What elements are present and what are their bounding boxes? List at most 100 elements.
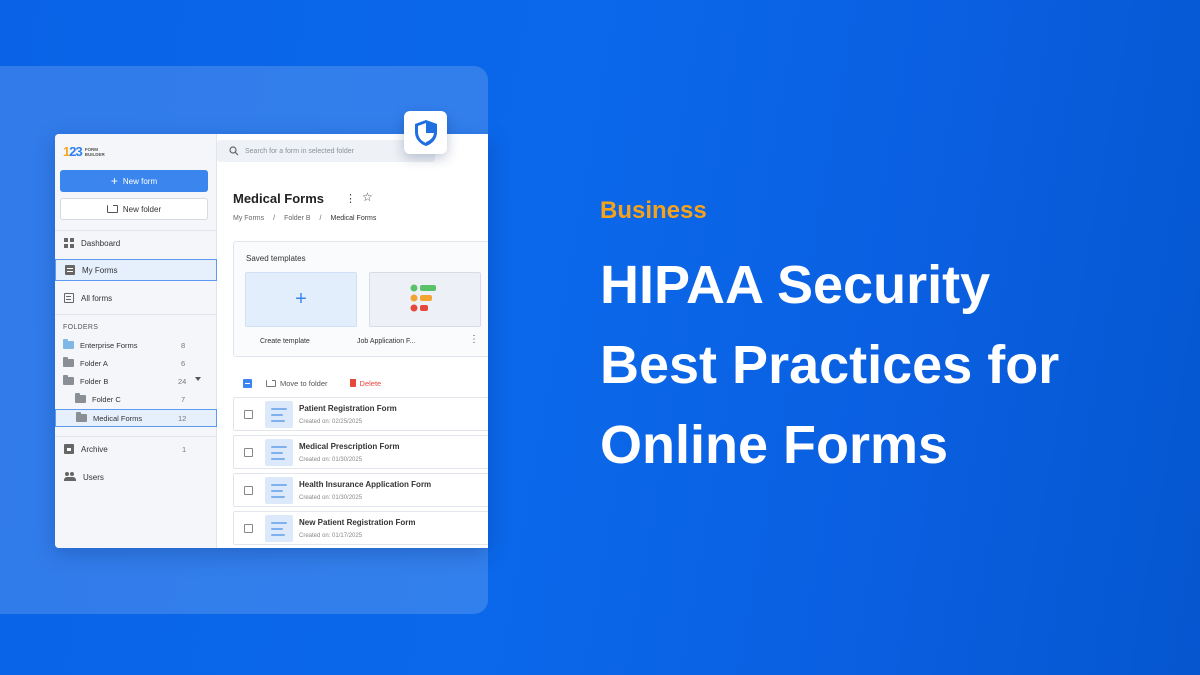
category-tag: Business <box>600 197 707 224</box>
headline-line-3: Online Forms <box>600 415 949 475</box>
breadcrumb-separator: / <box>273 215 276 222</box>
breadcrumb-separator: / <box>319 215 322 222</box>
headline: HIPAA Security Best Practices for Online… <box>600 245 1160 485</box>
form-row[interactable]: Health Insurance Application Form Create… <box>233 473 488 507</box>
sidebar-item-archive[interactable]: Archive 1 <box>55 438 217 460</box>
saved-templates-panel: Saved templates + Create template Job Ap… <box>233 241 488 357</box>
folder-icon <box>75 393 86 403</box>
trash-icon <box>349 379 356 387</box>
all-forms-icon <box>64 293 74 303</box>
plus-icon: + <box>110 174 118 188</box>
form-thumbnail-icon <box>265 515 293 542</box>
form-date: Created on: 02/25/2025 <box>299 419 363 425</box>
folder-count: 24 <box>178 376 187 386</box>
form-row[interactable]: New Patient Registration Form Created on… <box>233 511 488 545</box>
folder-c[interactable]: Folder C 7 <box>75 390 213 408</box>
shield-badge <box>404 111 447 154</box>
new-folder-label: New folder <box>122 204 162 214</box>
dashboard-icon <box>64 238 74 248</box>
folder-count: 7 <box>181 394 186 404</box>
folder-b[interactable]: Folder B 24 <box>63 372 213 390</box>
search-placeholder: Search for a form in selected folder <box>245 147 354 155</box>
template-more-icon[interactable]: ⋮ <box>469 334 479 345</box>
users-icon <box>64 472 76 482</box>
form-date: Created on: 01/30/2025 <box>299 495 363 501</box>
folder-count: 6 <box>181 358 186 368</box>
folder-a[interactable]: Folder A 6 <box>63 354 213 372</box>
folder-label: Folder C <box>92 394 121 404</box>
folder-label: Folder B <box>80 376 109 386</box>
folder-count: 12 <box>178 413 187 423</box>
row-checkbox[interactable] <box>244 448 253 457</box>
chevron-down-icon[interactable] <box>195 377 201 381</box>
folder-icon <box>63 357 74 367</box>
folder-label: Medical Forms <box>93 413 143 423</box>
breadcrumb: My Forms / Folder B / Medical Forms <box>233 215 376 222</box>
search-icon <box>229 146 239 156</box>
job-application-template-card[interactable] <box>369 272 481 327</box>
delete-label: Delete <box>359 378 382 388</box>
sidebar-item-all-forms[interactable]: All forms <box>55 287 217 309</box>
form-row[interactable]: Patient Registration Form Created on: 02… <box>233 397 488 431</box>
folder-medical-forms[interactable]: Medical Forms 12 <box>55 409 217 427</box>
app-window: 123 FORM BUILDER + New form New folder D… <box>55 134 488 548</box>
form-preview-icon <box>410 284 436 312</box>
divider <box>55 230 217 231</box>
saved-templates-title: Saved templates <box>246 254 306 263</box>
form-name[interactable]: Medical Prescription Form <box>299 442 399 451</box>
folder-label: Enterprise Forms <box>80 340 138 350</box>
sidebar-item-label: Archive <box>81 444 108 454</box>
delete-button[interactable]: Delete <box>349 378 382 388</box>
sidebar-item-dashboard[interactable]: Dashboard <box>55 232 217 254</box>
new-form-button[interactable]: + New form <box>60 170 208 192</box>
form-thumbnail-icon <box>265 439 293 466</box>
folder-icon <box>63 339 74 349</box>
create-template-card[interactable]: + <box>245 272 357 327</box>
select-all-checkbox[interactable] <box>243 378 252 388</box>
sidebar-item-label: Dashboard <box>81 238 121 248</box>
breadcrumb-current: Medical Forms <box>330 215 377 222</box>
folders-heading: FOLDERS <box>63 324 99 331</box>
sidebar-item-users[interactable]: Users <box>55 466 217 488</box>
more-options-icon[interactable]: ⋮ <box>345 192 356 205</box>
sidebar-item-label: All forms <box>81 293 113 303</box>
logo-text-line2: BUILDER <box>84 151 105 157</box>
headline-line-1: HIPAA Security <box>600 255 991 315</box>
sidebar-item-label: Users <box>83 472 104 482</box>
row-checkbox[interactable] <box>244 524 253 533</box>
row-checkbox[interactable] <box>244 410 253 419</box>
folder-count: 8 <box>181 340 186 350</box>
move-to-folder-button[interactable]: Move to folder <box>266 378 328 388</box>
folder-icon <box>76 412 87 422</box>
new-folder-button[interactable]: New folder <box>60 198 208 220</box>
form-thumbnail-icon <box>265 477 293 504</box>
star-icon[interactable]: ☆ <box>362 190 373 204</box>
form-date: Created on: 01/17/2025 <box>299 533 363 539</box>
create-template-label: Create template <box>260 338 310 345</box>
form-name[interactable]: Health Insurance Application Form <box>299 480 431 489</box>
shield-icon <box>414 119 437 146</box>
folder-label: Folder A <box>80 358 108 368</box>
new-form-label: New form <box>122 176 158 186</box>
forms-icon <box>65 265 75 275</box>
form-date: Created on: 01/30/2025 <box>299 457 363 463</box>
move-to-folder-label: Move to folder <box>280 378 328 388</box>
move-folder-icon <box>266 378 276 387</box>
form-name[interactable]: Patient Registration Form <box>299 404 397 413</box>
sidebar-item-my-forms[interactable]: My Forms <box>55 259 217 281</box>
breadcrumb-folder-b[interactable]: Folder B <box>284 215 310 222</box>
job-application-template-label: Job Application F... <box>357 338 416 345</box>
page-title: Medical Forms <box>233 191 325 206</box>
archive-icon <box>64 444 74 454</box>
row-checkbox[interactable] <box>244 486 253 495</box>
folder-enterprise-forms[interactable]: Enterprise Forms 8 <box>63 336 213 354</box>
search-input[interactable]: Search for a form in selected folder <box>217 140 435 162</box>
form-thumbnail-icon <box>265 401 293 428</box>
breadcrumb-my-forms[interactable]: My Forms <box>233 215 264 222</box>
app-logo[interactable]: 123 FORM BUILDER <box>63 144 105 159</box>
archive-count: 1 <box>182 444 187 454</box>
form-name[interactable]: New Patient Registration Form <box>299 518 415 527</box>
form-row[interactable]: Medical Prescription Form Created on: 01… <box>233 435 488 469</box>
sidebar: 123 FORM BUILDER + New form New folder D… <box>55 134 217 548</box>
divider <box>55 314 217 315</box>
